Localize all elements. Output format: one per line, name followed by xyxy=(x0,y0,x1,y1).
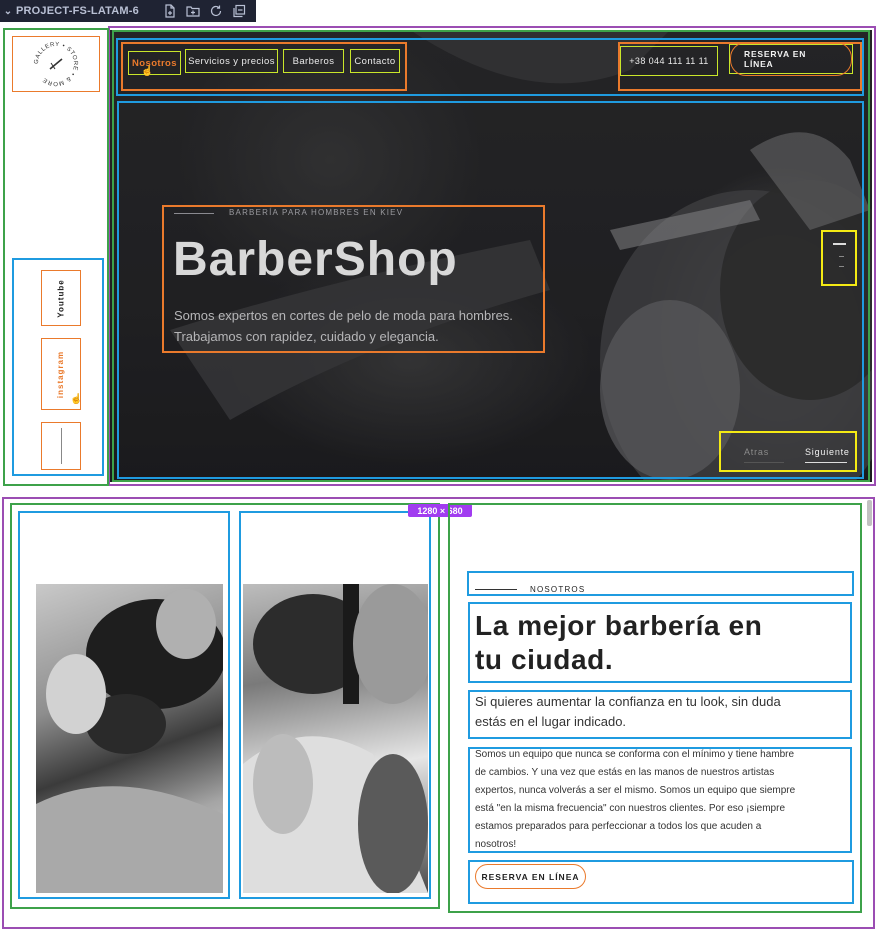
nav-item-servicios[interactable]: Servicios y precios xyxy=(185,49,278,73)
about-body-line: nosotros! xyxy=(475,839,517,850)
project-name[interactable]: PROJECT-FS-LATAM-6 xyxy=(16,5,139,17)
hero-kicker: BARBERÍA PARA HOMBRES EN KIEV xyxy=(229,208,404,217)
social-divider-box xyxy=(41,422,81,470)
refresh-icon[interactable] xyxy=(209,4,223,18)
about-body-line: expertos, nunca volverás a ser el mismo.… xyxy=(475,785,796,796)
phone-number[interactable]: +38 044 111 11 11 xyxy=(620,46,718,76)
about-title-2: tu ciudad. xyxy=(475,644,614,675)
cursor-hand-icon: ☝ xyxy=(70,394,83,405)
gallery-image-beard-brush xyxy=(36,584,223,893)
slider-dot[interactable] xyxy=(839,266,844,267)
nav-item-nosotros[interactable]: Nosotros xyxy=(128,51,181,75)
youtube-link[interactable]: Youtube xyxy=(41,270,81,326)
slider-dot[interactable] xyxy=(839,256,844,257)
slider-next-button[interactable]: Siguiente xyxy=(805,447,850,457)
about-kicker: NOSOTROS xyxy=(530,585,586,594)
scrollbar-thumb[interactable] xyxy=(867,500,872,526)
collapse-icon[interactable] xyxy=(232,4,246,18)
about-body-line: de cambios. Y una vez que estás en las m… xyxy=(475,767,775,778)
about-body-line: estamos preparados para perfeccionar a t… xyxy=(475,821,762,832)
about-reserve-button[interactable]: RESERVA EN LÍNEA xyxy=(475,864,586,889)
vertical-divider xyxy=(60,428,62,464)
next-underline xyxy=(805,462,847,463)
kicker-line xyxy=(174,213,214,214)
sidebar xyxy=(6,30,106,482)
chevron-down-icon[interactable]: ⌄ xyxy=(0,6,16,17)
about-kicker-line xyxy=(475,589,517,590)
about-lead-1: Si quieres aumentar la confianza en tu l… xyxy=(475,694,781,709)
hero-subtitle-2: Trabajamos con rapidez, cuidado y elegan… xyxy=(174,329,439,344)
debug-frame-about-kicker xyxy=(467,571,854,596)
logo-seal-icon: GALLERY • STORE • & MORE xyxy=(34,42,78,86)
hero-title: BarberShop xyxy=(173,233,458,286)
new-folder-icon[interactable] xyxy=(186,4,200,18)
new-file-icon[interactable] xyxy=(163,4,177,18)
about-body-line: está "en la misma frecuencia" con nuestr… xyxy=(475,803,786,814)
slider-dot-active[interactable] xyxy=(833,243,846,245)
about-body-line: Somos un equipo que nunca se conforma co… xyxy=(475,749,795,760)
about-title-1: La mejor barbería en xyxy=(475,610,763,641)
prev-underline xyxy=(744,462,784,463)
nav-item-barberos[interactable]: Barberos xyxy=(283,49,344,73)
about-lead-2: estás en el lugar indicado. xyxy=(475,714,627,729)
hero-subtitle-1: Somos expertos en cortes de pelo de moda… xyxy=(174,308,513,323)
gallery-image-haircut xyxy=(243,584,428,893)
cursor-hand-icon: ☝ xyxy=(141,66,154,77)
nav-item-contacto[interactable]: Contacto xyxy=(350,49,400,73)
slider-prev-button[interactable]: Atras xyxy=(744,447,769,457)
brand-logo[interactable]: GALLERY • STORE • & MORE xyxy=(12,36,100,92)
editor-explorer-bar: ⌄ PROJECT-FS-LATAM-6 xyxy=(0,0,256,22)
viewport-size-badge: 1280 × 680 xyxy=(408,504,472,517)
hero-reserve-button[interactable]: RESERVA EN LÍNEA xyxy=(730,42,852,76)
hero-reserve-button-wrapper: RESERVA EN LÍNEA xyxy=(729,42,853,76)
